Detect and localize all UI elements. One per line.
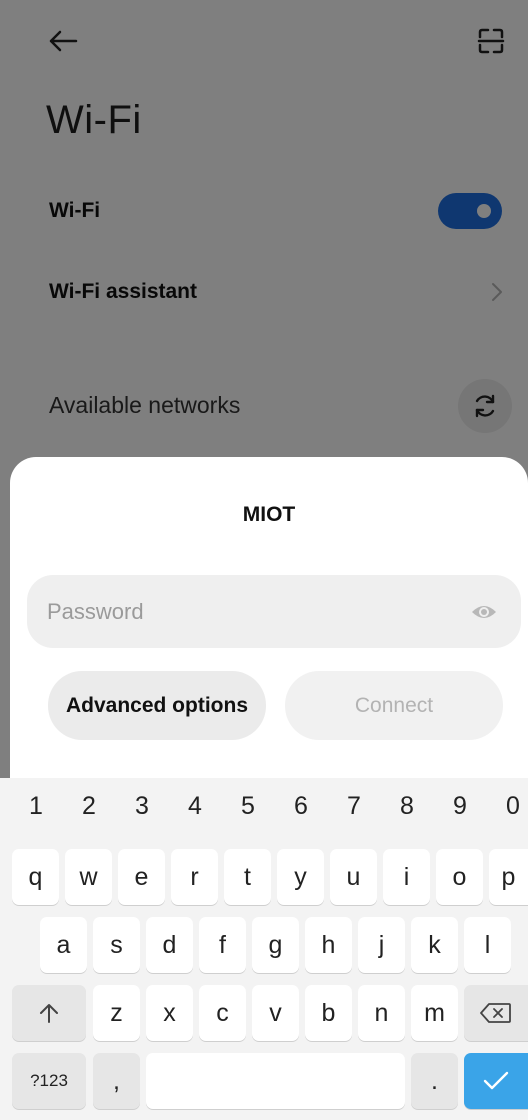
key-y[interactable]: y [277, 849, 324, 905]
key-b[interactable]: b [305, 985, 352, 1041]
backspace-icon [480, 1003, 511, 1023]
key-f[interactable]: f [199, 917, 246, 973]
key-9[interactable]: 9 [440, 792, 480, 821]
advanced-options-button[interactable]: Advanced options [48, 671, 266, 740]
number-row: 1 2 3 4 5 6 7 8 9 0 [0, 778, 528, 841]
key-q[interactable]: q [12, 849, 59, 905]
key-v[interactable]: v [252, 985, 299, 1041]
key-p[interactable]: p [489, 849, 528, 905]
key-e[interactable]: e [118, 849, 165, 905]
network-name: MIOT [242, 503, 296, 526]
period-key[interactable]: . [411, 1053, 458, 1109]
key-m[interactable]: m [411, 985, 458, 1041]
shift-key[interactable] [12, 985, 86, 1041]
key-7[interactable]: 7 [334, 792, 374, 821]
space-key[interactable] [146, 1053, 405, 1109]
password-field[interactable] [27, 575, 521, 648]
key-4[interactable]: 4 [175, 792, 215, 821]
key-w[interactable]: w [65, 849, 112, 905]
key-t[interactable]: t [224, 849, 271, 905]
key-g[interactable]: g [252, 917, 299, 973]
key-6[interactable]: 6 [281, 792, 321, 821]
key-3[interactable]: 3 [122, 792, 162, 821]
key-r[interactable]: r [171, 849, 218, 905]
key-8[interactable]: 8 [387, 792, 427, 821]
key-0[interactable]: 0 [493, 792, 528, 821]
key-l[interactable]: l [464, 917, 511, 973]
keyboard: 1 2 3 4 5 6 7 8 9 0 q w e r t y u i o p … [0, 778, 528, 1120]
key-2[interactable]: 2 [69, 792, 109, 821]
key-d[interactable]: d [146, 917, 193, 973]
key-j[interactable]: j [358, 917, 405, 973]
eye-icon [472, 606, 496, 618]
key-s[interactable]: s [93, 917, 140, 973]
key-n[interactable]: n [358, 985, 405, 1041]
password-input[interactable] [47, 575, 447, 648]
shift-arrow-icon [40, 1004, 58, 1023]
key-h[interactable]: h [305, 917, 352, 973]
show-password-button[interactable] [469, 597, 499, 627]
key-i[interactable]: i [383, 849, 430, 905]
key-c[interactable]: c [199, 985, 246, 1041]
symbols-key[interactable]: ?123 [12, 1053, 86, 1109]
key-o[interactable]: o [436, 849, 483, 905]
backspace-key[interactable] [464, 985, 528, 1041]
key-a[interactable]: a [40, 917, 87, 973]
key-z[interactable]: z [93, 985, 140, 1041]
key-5[interactable]: 5 [228, 792, 268, 821]
connect-button[interactable]: Connect [285, 671, 503, 740]
comma-key[interactable]: , [93, 1053, 140, 1109]
key-x[interactable]: x [146, 985, 193, 1041]
checkmark-icon [483, 1071, 509, 1090]
key-u[interactable]: u [330, 849, 377, 905]
key-k[interactable]: k [411, 917, 458, 973]
key-1[interactable]: 1 [16, 792, 56, 821]
enter-key[interactable] [464, 1053, 528, 1109]
